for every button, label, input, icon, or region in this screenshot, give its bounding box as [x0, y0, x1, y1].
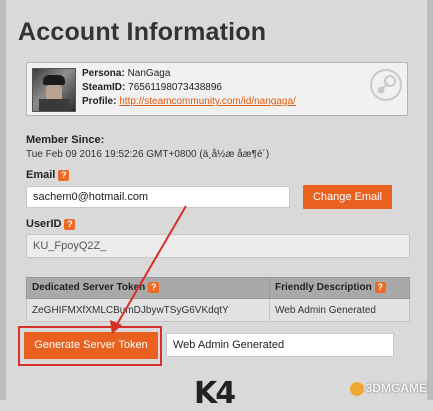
token-table-header: Dedicated Server Token? Friendly Descrip… [26, 277, 410, 299]
token-column-header: Dedicated Server Token? [26, 277, 270, 299]
token-table: Dedicated Server Token? Friendly Descrip… [26, 277, 410, 322]
steam-logo-icon [370, 69, 402, 101]
avatar [32, 68, 76, 112]
generate-server-token-button[interactable]: Generate Server Token [24, 332, 158, 359]
persona-line: Persona: NanGaga [82, 68, 170, 80]
steamid-value: 76561198073438896 [128, 82, 222, 93]
bottom-partial-text: K4 [194, 376, 236, 411]
profile-label: Profile: [82, 96, 117, 107]
description-help-icon[interactable]: ? [374, 282, 386, 294]
left-edge-strip [0, 0, 6, 400]
profile-line: Profile: http://steamcommunity.com/id/na… [82, 96, 296, 108]
watermark: 3DMGAME [349, 381, 427, 396]
page-title: Account Information [18, 18, 267, 46]
email-label-row: Email? [26, 169, 70, 181]
email-label: Email [26, 169, 56, 181]
member-since-value: Tue Feb 09 2016 19:52:26 GMT+0800 (ä¸­å½… [26, 149, 270, 160]
userid-label: UserID [26, 218, 62, 230]
token-help-icon[interactable]: ? [148, 282, 160, 294]
right-edge-strip [427, 0, 433, 400]
token-description-field[interactable]: Web Admin Generated [166, 333, 394, 357]
description-column-header: Friendly Description? [269, 277, 410, 299]
change-email-button[interactable]: Change Email [303, 185, 392, 209]
steamid-line: SteamID: 76561198073438896 [82, 82, 222, 94]
profile-card: Persona: NanGaga SteamID: 76561198073438… [26, 62, 408, 116]
userid-help-icon[interactable]: ? [64, 218, 76, 230]
token-cell: ZeGHIFMXfXMLCBumDJbywTSyG6VKdqtY [26, 298, 270, 322]
description-cell: Web Admin Generated [269, 298, 410, 322]
steamid-label: SteamID: [82, 82, 126, 93]
email-field[interactable]: sachem0@hotmail.com [26, 186, 290, 208]
table-row: ZeGHIFMXfXMLCBumDJbywTSyG6VKdqtY Web Adm… [26, 298, 410, 322]
member-since-label: Member Since: [26, 134, 105, 146]
watermark-logo-icon [349, 382, 364, 396]
persona-value: NanGaga [127, 68, 171, 79]
profile-link[interactable]: http://steamcommunity.com/id/nangaga/ [119, 96, 296, 107]
persona-label: Persona: [82, 68, 125, 79]
email-help-icon[interactable]: ? [58, 169, 70, 181]
userid-field: KU_FpoyQ2Z_ [26, 234, 410, 258]
userid-label-row: UserID? [26, 218, 76, 230]
